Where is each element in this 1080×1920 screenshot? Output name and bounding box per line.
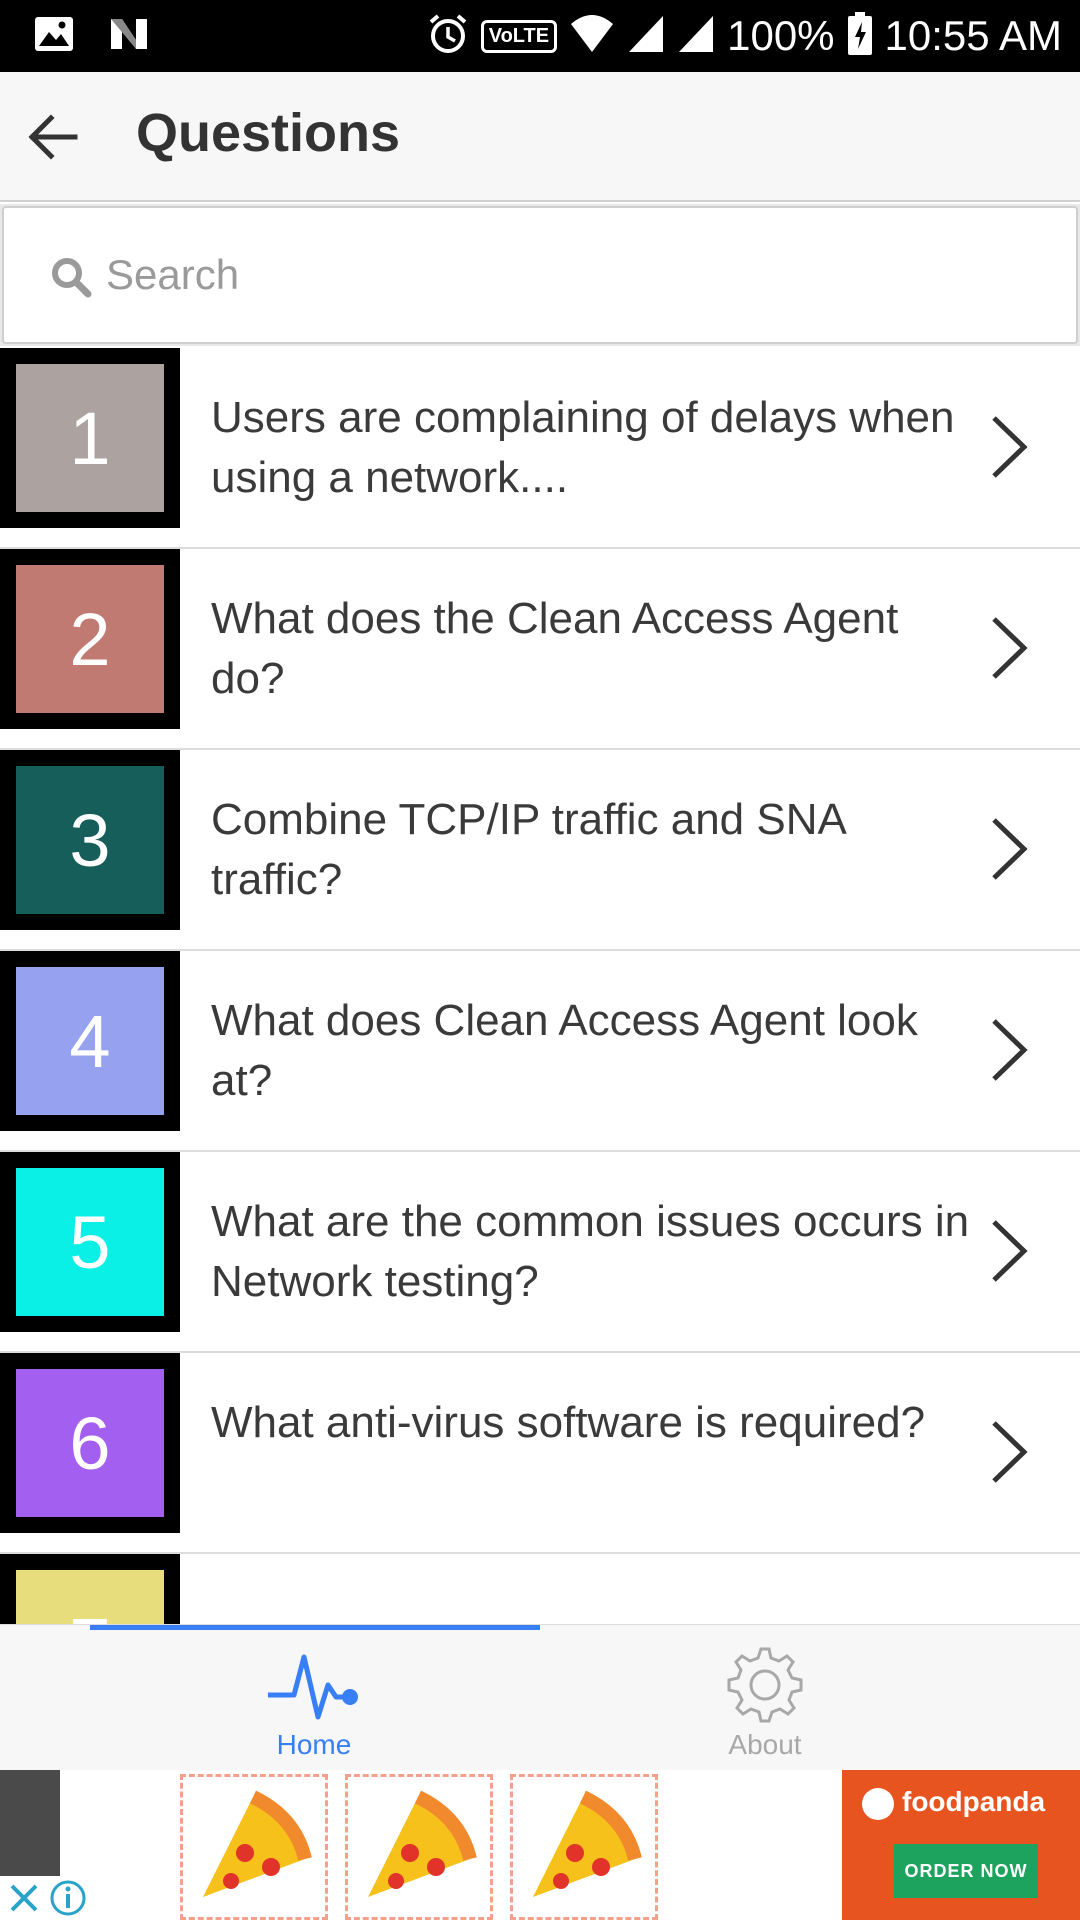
gallery-notification-icon — [34, 16, 74, 57]
battery-charging-icon — [847, 11, 873, 61]
question-text: Users are complaining of delays when usi… — [211, 393, 955, 502]
pizza-icon — [203, 1790, 312, 1897]
info-icon[interactable] — [48, 1878, 88, 1918]
question-number-badge: 4 — [16, 967, 164, 1115]
screen: VoLTE 100% 10:55 AM Questions Search 1 U… — [0, 0, 1080, 1920]
question-row-4[interactable]: 4 What does Clean Access Agent look at? — [0, 951, 1080, 1152]
pulse-icon — [268, 1654, 358, 1720]
question-badge-frame: 4 — [0, 951, 180, 1131]
question-number-badge: 7 — [16, 1570, 164, 1624]
app-notification-icon — [108, 16, 150, 57]
question-row-6[interactable]: 6 What anti-virus software is required? — [0, 1353, 1080, 1554]
panda-logo-icon — [862, 1788, 894, 1820]
alarm-icon — [427, 13, 469, 60]
question-row-1[interactable]: 1 Users are complaining of delays when u… — [0, 348, 1080, 549]
ad-choices — [0, 1876, 92, 1920]
chevron-right-icon — [992, 1421, 1028, 1483]
chevron-right-icon — [992, 1220, 1028, 1282]
question-badge-frame: 1 — [0, 348, 180, 528]
tab-home-label: Home — [276, 1729, 352, 1760]
search-bar — [0, 204, 1080, 346]
app-bar: Questions — [0, 72, 1080, 202]
question-badge-frame: 3 — [0, 750, 180, 930]
battery-percent: 100% — [727, 12, 835, 59]
back-arrow-icon — [28, 114, 78, 160]
chevron-right-icon — [992, 416, 1028, 478]
pizza-icon — [533, 1790, 642, 1897]
chevron-right-icon — [992, 617, 1028, 679]
back-button[interactable] — [16, 100, 90, 174]
question-row-7[interactable]: 7 — [0, 1554, 1080, 1624]
question-number: 7 — [69, 1602, 110, 1625]
question-text: What anti-virus software is required? — [211, 1398, 926, 1447]
active-tab-indicator — [90, 1625, 540, 1630]
signal-icon-2 — [677, 14, 715, 59]
pizza-ad-card[interactable] — [510, 1774, 658, 1920]
wifi-icon — [569, 14, 615, 59]
pizza-ad-card[interactable] — [180, 1774, 328, 1920]
question-number-badge: 3 — [16, 766, 164, 914]
bottom-tab-bar: Home About — [0, 1624, 1080, 1770]
question-number: 1 — [69, 396, 111, 480]
question-row-3[interactable]: 3 Combine TCP/IP traffic and SNA traffic… — [0, 750, 1080, 951]
question-badge-frame: 6 — [0, 1353, 180, 1533]
question-number: 3 — [69, 798, 111, 882]
close-icon[interactable] — [4, 1878, 44, 1918]
volte-indicator: VoLTE — [480, 19, 558, 53]
question-text: What does the Clean Access Agent do? — [211, 594, 899, 703]
question-text: What are the common issues occurs in Net… — [211, 1197, 970, 1306]
question-row-5[interactable]: 5 What are the common issues occurs in N… — [0, 1152, 1080, 1353]
foodpanda-ad[interactable]: foodpanda ORDER NOW — [842, 1770, 1080, 1920]
question-number-badge: 5 — [16, 1168, 164, 1316]
question-number-badge: 1 — [16, 364, 164, 512]
question-number: 6 — [69, 1401, 111, 1485]
search-input[interactable] — [106, 244, 1006, 306]
ad-banner[interactable]: foodpanda ORDER NOW — [0, 1770, 1080, 1920]
pizza-ad-card[interactable] — [345, 1774, 493, 1920]
ad-content[interactable]: foodpanda ORDER NOW — [60, 1770, 1080, 1920]
question-badge-frame: 2 — [0, 549, 180, 729]
question-badge-frame: 7 — [0, 1554, 180, 1624]
page-title: Questions — [136, 103, 401, 163]
search-icon — [52, 258, 92, 298]
gear-icon — [727, 1647, 803, 1723]
question-number: 2 — [69, 597, 111, 681]
search-box[interactable] — [2, 206, 1078, 344]
question-number-badge: 2 — [16, 565, 164, 713]
status-bar: VoLTE 100% 10:55 AM — [0, 0, 1080, 72]
ad-brand: foodpanda — [902, 1786, 1046, 1817]
tab-about-label: About — [728, 1729, 802, 1760]
signal-icon — [627, 14, 665, 59]
tab-about[interactable]: About — [665, 1645, 865, 1765]
chevron-right-icon — [992, 1019, 1028, 1081]
tab-home[interactable]: Home — [214, 1645, 414, 1765]
question-list: 1 Users are complaining of delays when u… — [0, 348, 1080, 1624]
question-row-2[interactable]: 2 What does the Clean Access Agent do? — [0, 549, 1080, 750]
question-badge-frame: 5 — [0, 1152, 180, 1332]
question-number-badge: 6 — [16, 1369, 164, 1517]
pizza-icon — [368, 1790, 477, 1897]
question-text: What does Clean Access Agent look at? — [211, 996, 918, 1105]
question-number: 4 — [69, 999, 111, 1083]
question-text: Combine TCP/IP traffic and SNA traffic? — [211, 795, 845, 904]
question-number: 5 — [69, 1200, 111, 1284]
order-now-button[interactable]: ORDER NOW — [894, 1844, 1038, 1898]
chevron-right-icon — [992, 818, 1028, 880]
clock: 10:55 AM — [884, 12, 1062, 59]
